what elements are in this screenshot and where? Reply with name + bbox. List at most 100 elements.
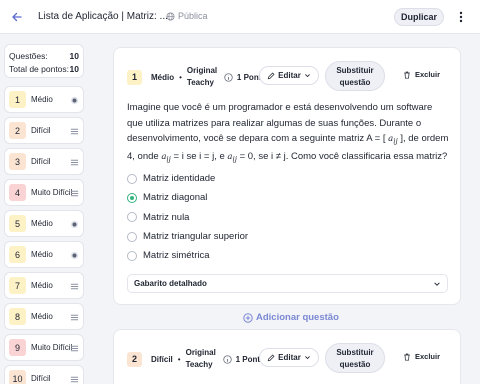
- question-stem: Imagine que você é um programador e está…: [127, 100, 449, 167]
- question-number-badge: 4: [9, 184, 26, 201]
- stats-panel: Questões: 10 Total de pontos: 10: [4, 44, 84, 78]
- answer-key-dropdown[interactable]: Gabarito detalhado: [127, 274, 448, 293]
- questions-count-value: 10: [69, 50, 79, 61]
- sidebar-question-item[interactable]: 10 Difícil: [4, 365, 84, 384]
- add-question-button[interactable]: Adicionar questão: [243, 312, 339, 323]
- question-number-badge: 6: [9, 246, 26, 263]
- info-icon[interactable]: [222, 354, 232, 364]
- back-button[interactable]: [8, 8, 26, 26]
- pencil-icon: [267, 72, 275, 79]
- delete-button[interactable]: Excluir: [403, 70, 440, 79]
- radio-icon[interactable]: [127, 231, 137, 242]
- question-meta: 2 Difícil • Original Teachy 1 Ponto: [127, 348, 265, 370]
- globe-icon: [166, 11, 175, 21]
- sidebar-question-item[interactable]: 1 Médio: [4, 86, 84, 113]
- edit-label: Editar: [278, 353, 301, 362]
- visibility-badge: Pública: [166, 11, 208, 21]
- origin-label: Original Teachy: [185, 348, 216, 369]
- info-icon[interactable]: [224, 72, 233, 82]
- question-meta: 1 Médio • Original Teachy 1 Ponto: [127, 66, 266, 88]
- sidebar-question-item[interactable]: 5 Médio: [4, 210, 84, 237]
- more-vertical-icon: [459, 11, 463, 23]
- question-number-badge: 3: [9, 153, 26, 170]
- edit-button[interactable]: Editar: [259, 66, 319, 85]
- answer-option[interactable]: Matriz triangular superior: [127, 227, 248, 246]
- sidebar-question-item[interactable]: 3 Difícil: [4, 148, 84, 175]
- page-title: Lista de Aplicação | Matriz: ...: [38, 11, 168, 22]
- arrow-left-icon: [12, 12, 22, 22]
- sidebar-question-item[interactable]: 4 Muito Difícil: [4, 179, 84, 206]
- sidebar-question-item[interactable]: 9 Muito Difícil: [4, 334, 84, 361]
- stem-text-3: = i se i = j, e: [170, 151, 228, 163]
- math-aij: aij: [227, 152, 237, 164]
- top-bar: Lista de Aplicação | Matriz: ... Pública…: [0, 0, 480, 34]
- chevron-down-icon: [434, 282, 440, 286]
- duplicate-button[interactable]: Duplicar: [394, 8, 444, 26]
- question-number-badge: 9: [9, 339, 26, 356]
- answer-option[interactable]: Matriz simétrica: [127, 246, 248, 265]
- math-aij: aij: [388, 134, 398, 146]
- visibility-label: Pública: [178, 11, 208, 21]
- separator-dot: •: [177, 354, 181, 364]
- answer-option-label: Matriz nula: [143, 211, 190, 223]
- difficulty-label: Difícil: [31, 126, 51, 135]
- difficulty-label: Difícil: [31, 157, 51, 166]
- replace-question-button[interactable]: Substituir questão: [325, 61, 385, 91]
- answer-option-label: Matriz simétrica: [143, 250, 210, 262]
- question-number-badge: 1: [9, 91, 26, 108]
- stem-text-1: Imagine que você é um programador e está…: [127, 102, 433, 144]
- difficulty-label: Difícil: [151, 354, 173, 364]
- question-number-badge: 5: [9, 215, 26, 232]
- delete-button[interactable]: Excluir: [403, 352, 440, 361]
- difficulty-label: Difícil: [31, 374, 51, 383]
- difficulty-label: Médio: [31, 312, 53, 321]
- radio-icon: [70, 220, 79, 229]
- answer-option[interactable]: Matriz diagonal: [127, 188, 248, 207]
- separator-dot: •: [179, 72, 182, 82]
- question-card-1: 1 Médio • Original Teachy 1 Ponto Editar…: [113, 47, 461, 305]
- chevron-down-icon: [304, 74, 310, 78]
- total-points-label: Total de pontos:: [9, 63, 70, 74]
- question-list: 1 Médio 2 Difícil 3 Difícil 4 Muito Difícil 5 Méd…: [4, 86, 84, 384]
- answer-option-label: Matriz triangular superior: [143, 231, 249, 243]
- answer-option[interactable]: Matriz identidade: [127, 169, 248, 188]
- difficulty-label: Médio: [31, 250, 53, 259]
- question-number-badge: 2: [127, 351, 142, 367]
- radio-icon[interactable]: [127, 212, 137, 223]
- question-number-badge: 7: [9, 277, 26, 294]
- difficulty-label: Muito Difícil: [31, 343, 73, 352]
- lines-icon: [70, 283, 79, 290]
- radio-icon[interactable]: [127, 173, 137, 184]
- add-question-label: Adicionar questão: [256, 312, 339, 323]
- sidebar-question-item[interactable]: 7 Médio: [4, 272, 84, 299]
- pencil-icon: [267, 354, 275, 361]
- sidebar-question-item[interactable]: 2 Difícil: [4, 117, 84, 144]
- radio-selected-icon[interactable]: [127, 192, 137, 203]
- replace-question-button[interactable]: Substituir questão: [325, 343, 385, 373]
- math-aij: aij: [161, 152, 171, 164]
- lines-icon: [70, 128, 79, 135]
- answer-option[interactable]: Matriz nula: [127, 208, 248, 227]
- total-points-value: 10: [69, 63, 79, 74]
- chevron-down-icon: [304, 356, 310, 360]
- question-number-badge: 10: [9, 370, 26, 384]
- lines-icon: [70, 345, 79, 352]
- plus-circle-icon: [243, 312, 253, 323]
- lines-icon: [70, 376, 79, 383]
- radio-icon: [70, 251, 79, 260]
- difficulty-label: Médio: [31, 219, 53, 228]
- difficulty-label: Muito Difícil: [31, 188, 73, 197]
- stem-text-4: = 0, se i ≠ j. Como você classificaria e…: [236, 151, 448, 163]
- lines-icon: [70, 159, 79, 166]
- edit-button[interactable]: Editar: [259, 348, 319, 367]
- sidebar-question-item[interactable]: 8 Médio: [4, 303, 84, 330]
- radio-icon: [70, 96, 79, 105]
- question-number-badge: 8: [9, 308, 26, 325]
- trash-icon: [404, 71, 410, 79]
- sidebar-question-item[interactable]: 6 Médio: [4, 241, 84, 268]
- answer-options: Matriz identidade Matriz diagonal Matriz n…: [127, 169, 248, 265]
- questions-count-label: Questões:: [9, 50, 48, 61]
- radio-icon[interactable]: [127, 250, 137, 261]
- more-options-button[interactable]: [453, 8, 469, 26]
- difficulty-label: Médio: [31, 281, 53, 290]
